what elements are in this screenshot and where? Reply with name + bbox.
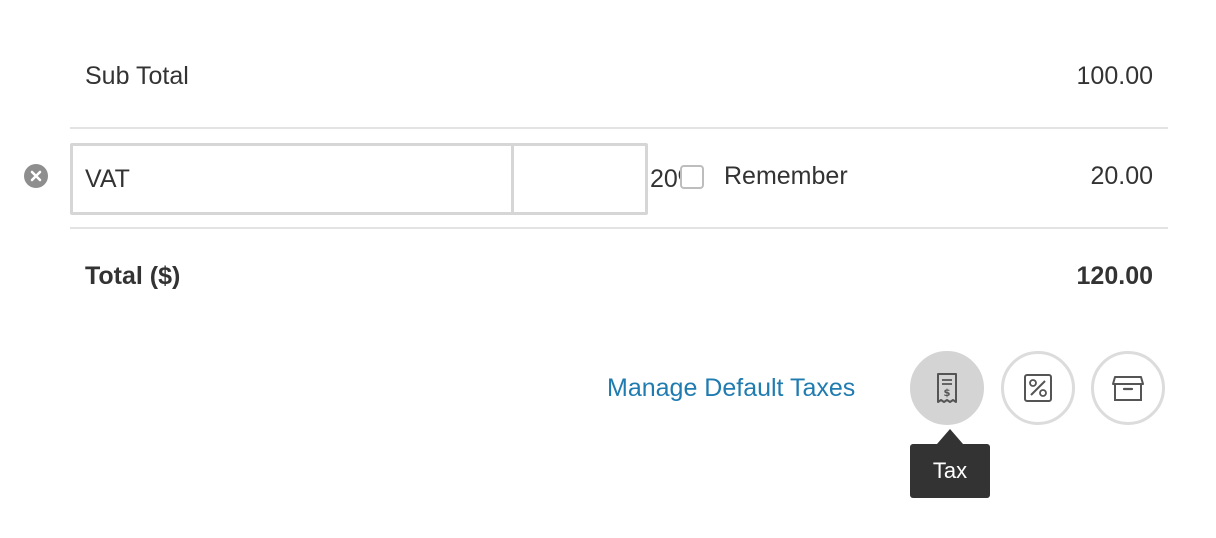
remember-label: Remember — [724, 162, 848, 190]
receipt-icon: $ — [937, 373, 957, 403]
add-tax-button[interactable]: $ — [910, 351, 984, 425]
close-circle-icon — [30, 170, 42, 182]
svg-text:$: $ — [944, 388, 951, 399]
tax-name-input[interactable] — [73, 146, 514, 212]
tooltip-arrow — [937, 429, 963, 444]
tax-line-input-group — [70, 143, 836, 215]
tax-tooltip: Tax — [910, 444, 990, 498]
remember-checkbox[interactable] — [680, 165, 704, 189]
add-discount-button[interactable] — [1001, 351, 1075, 425]
tax-amount: 20.00 — [1090, 162, 1153, 190]
divider — [70, 227, 1168, 229]
manage-default-taxes-link[interactable]: Manage Default Taxes — [607, 373, 855, 403]
archive-box-icon — [1112, 376, 1144, 401]
divider — [70, 127, 1168, 129]
total-label: Total ($) — [85, 262, 181, 290]
subtotal-value: 100.00 — [1076, 62, 1153, 90]
percent-icon — [1024, 374, 1052, 402]
remove-tax-button[interactable] — [24, 164, 48, 188]
add-shipping-button[interactable] — [1091, 351, 1165, 425]
subtotal-label: Sub Total — [85, 62, 189, 90]
total-value: 120.00 — [1076, 262, 1153, 290]
